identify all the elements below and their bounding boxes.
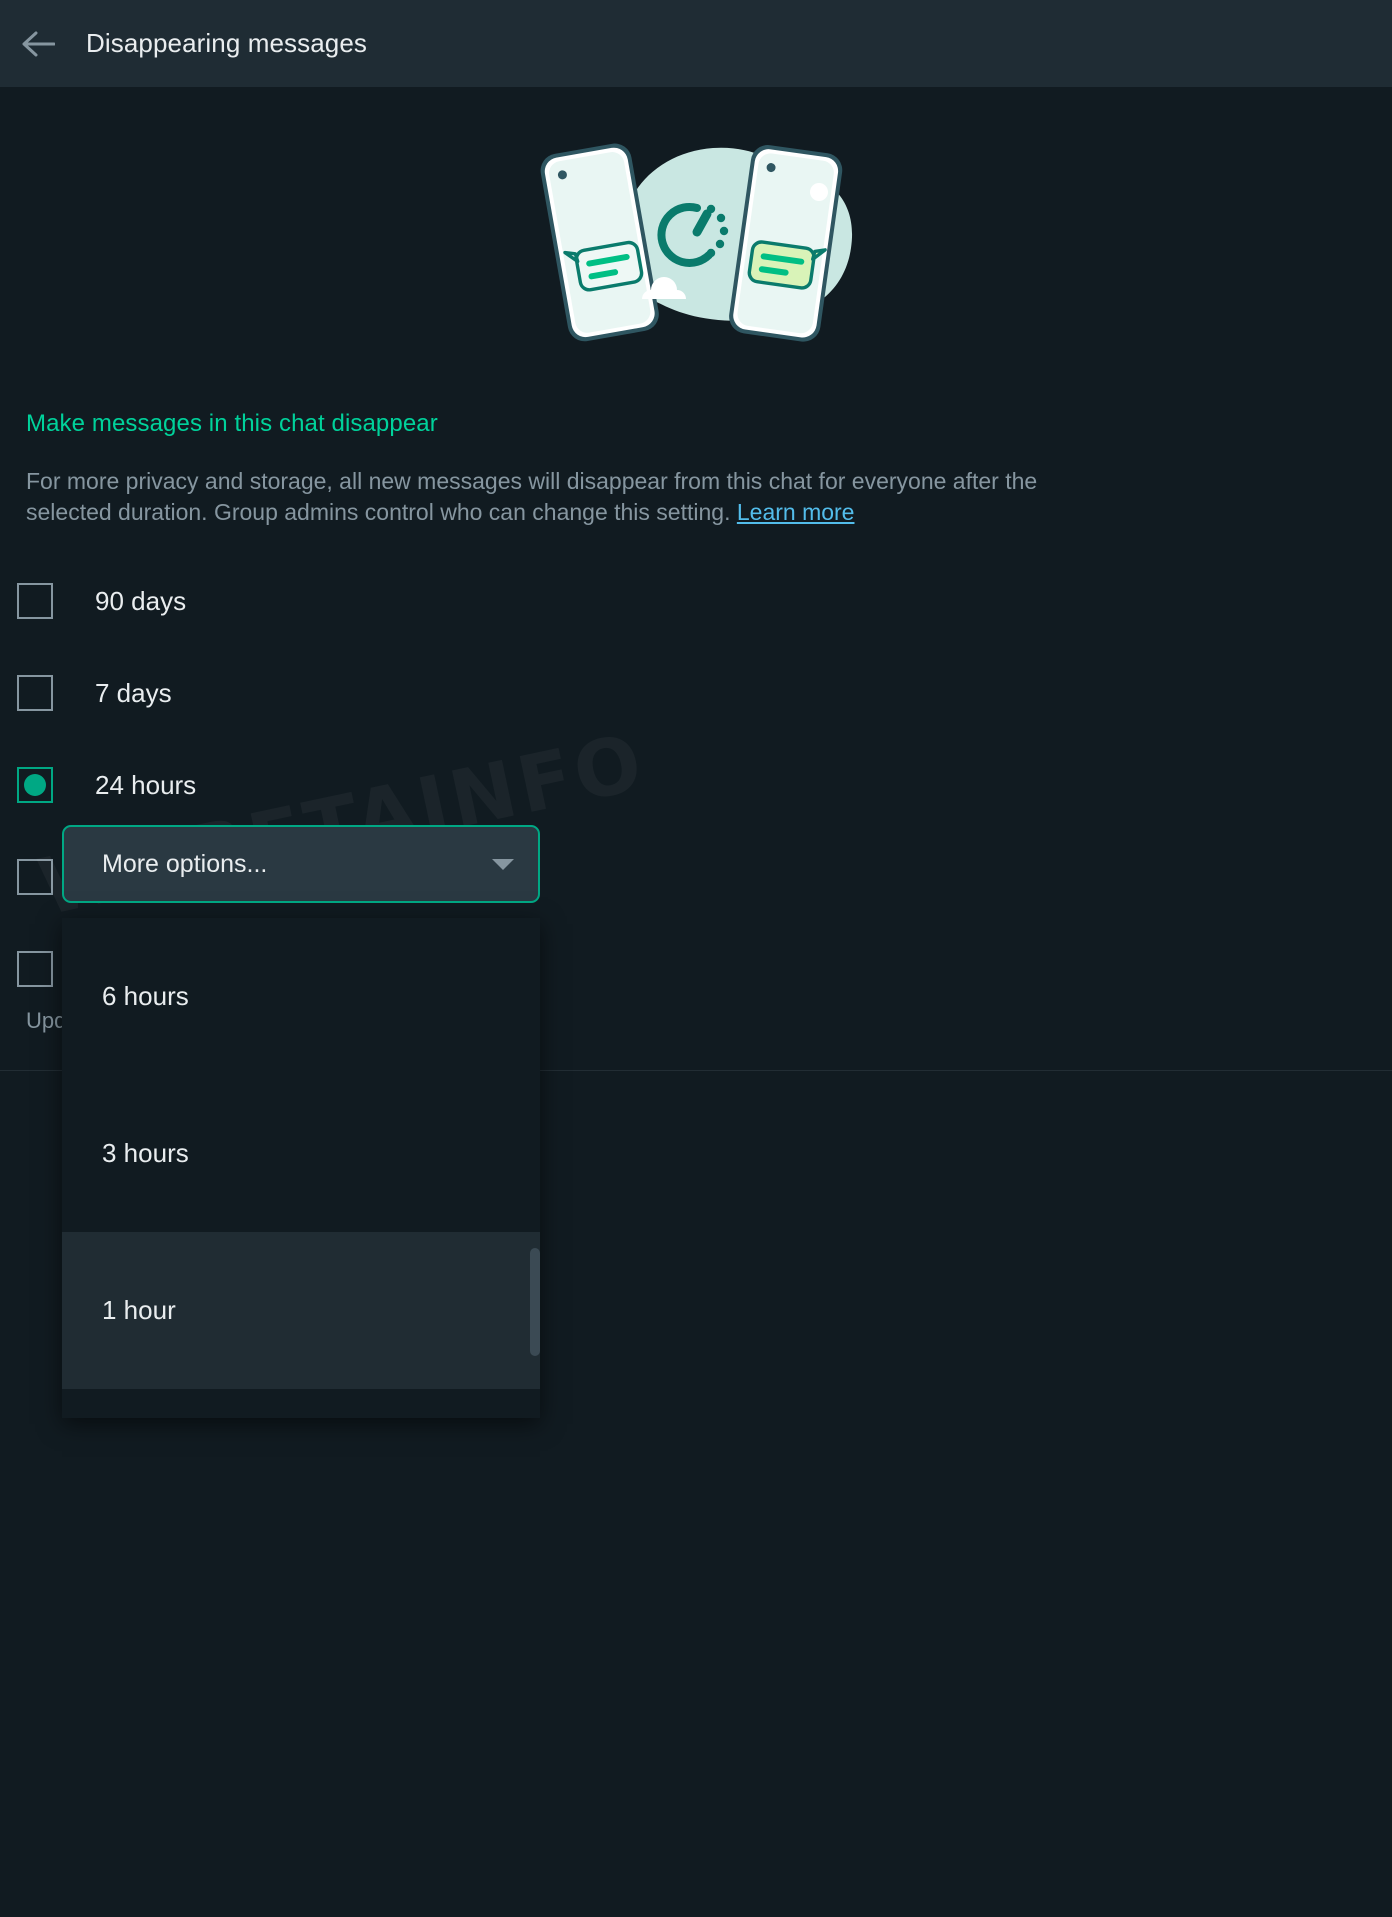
app-bar: Disappearing messages: [0, 0, 1392, 87]
learn-more-link[interactable]: Learn more: [737, 499, 855, 525]
more-options-dropdown[interactable]: More options...: [62, 825, 540, 903]
checkbox-7-days[interactable]: [17, 675, 53, 711]
option-label: 7 days: [95, 677, 172, 708]
update-note: Upd: [26, 1008, 67, 1033]
dropdown-item-label: 1 hour: [102, 1295, 176, 1325]
more-options-label: More options...: [102, 849, 268, 878]
dropdown-popup[interactable]: 6 hours 3 hours 1 hour: [62, 918, 540, 1418]
phone-left: [540, 143, 659, 341]
checkbox-24-hours-selected[interactable]: [17, 767, 53, 803]
checkbox-obscured-2[interactable]: [17, 951, 53, 987]
chevron-down-icon: [492, 858, 514, 870]
selected-dot: [24, 774, 46, 796]
checkbox-obscured-1[interactable]: [17, 859, 53, 895]
info-section: Make messages in this chat disappear For…: [0, 387, 1392, 528]
checkbox-90-days[interactable]: [17, 583, 53, 619]
dropdown-item-6-hours[interactable]: 6 hours: [62, 918, 540, 1075]
section-headline: Make messages in this chat disappear: [26, 410, 438, 437]
back-button[interactable]: [16, 22, 60, 66]
page-title: Disappearing messages: [86, 28, 368, 58]
dropdown-item-label: 6 hours: [102, 981, 189, 1011]
dropdown-item-label: 3 hours: [102, 1138, 189, 1168]
dropdown-item-3-hours[interactable]: 3 hours: [62, 1075, 540, 1232]
description-text: For more privacy and storage, all new me…: [26, 468, 1038, 526]
option-label: 24 hours: [95, 769, 197, 800]
dropdown-scrollbar[interactable]: [530, 1248, 540, 1356]
option-row-24-hours[interactable]: 24 hours: [0, 739, 1392, 831]
section-description: For more privacy and storage, all new me…: [0, 438, 1122, 528]
dropdown-item-1-hour[interactable]: 1 hour: [62, 1232, 540, 1389]
option-row-7-days[interactable]: 7 days: [0, 647, 1392, 739]
option-label: 90 days: [95, 585, 187, 616]
two-phones-timer-graphic: [540, 143, 853, 342]
option-row-90-days[interactable]: 90 days: [0, 555, 1392, 647]
disappearing-messages-illustration: [0, 87, 1392, 387]
arrow-left-icon: [22, 31, 55, 56]
